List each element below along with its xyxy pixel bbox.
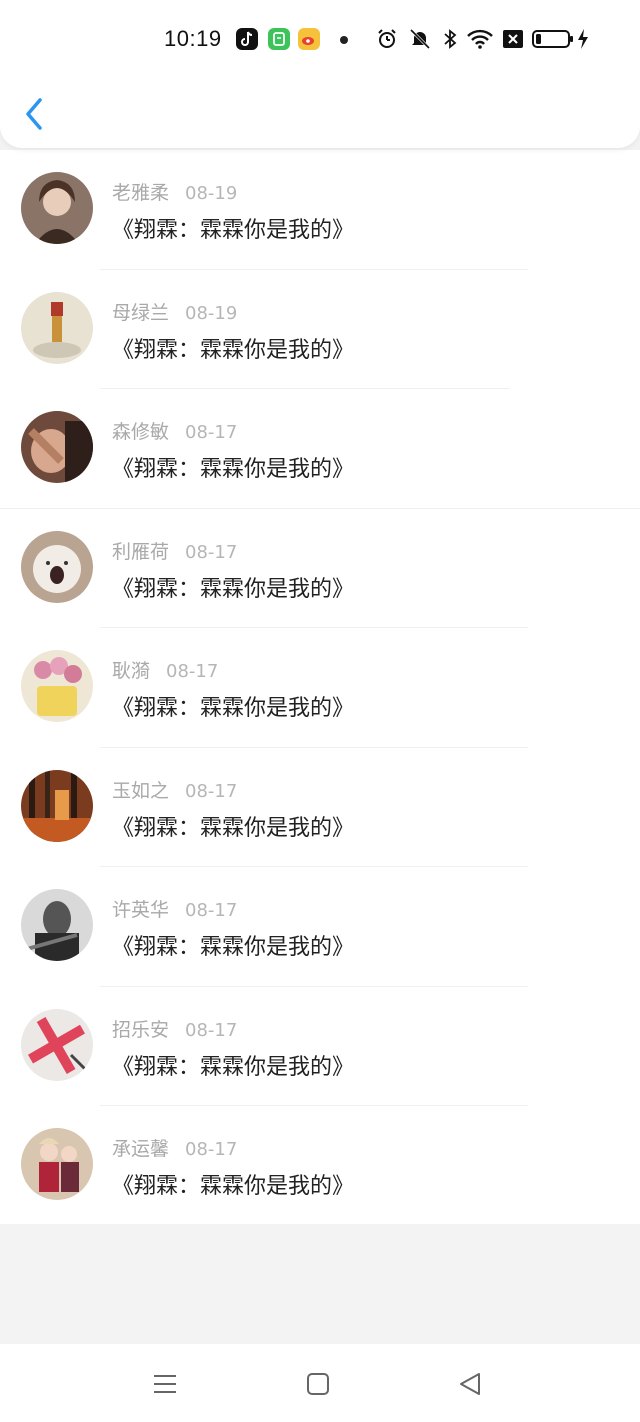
list-item[interactable]: 森修敏 08-17 《翔霖：霖霖你是我的》 <box>0 389 640 509</box>
avatar[interactable] <box>21 530 93 603</box>
charging-icon <box>576 28 590 54</box>
comment-list: 老雅柔 08-19 《翔霖：霖霖你是我的》 母绿兰 08-19 《翔霖：霖霖你是我的… <box>0 150 640 1224</box>
comment-date: 08-17 <box>185 1139 238 1160</box>
user-name[interactable]: 老雅柔 <box>112 182 169 204</box>
comment-text: 《翔霖：霖霖你是我的》 <box>112 337 355 363</box>
status-bar: 10:19 <box>0 20 640 60</box>
home-icon <box>304 1373 332 1402</box>
comment-date: 08-17 <box>166 661 219 682</box>
list-item[interactable]: 耿漪 08-17 《翔霖：霖霖你是我的》 <box>0 628 640 748</box>
user-name[interactable]: 承运馨 <box>112 1138 169 1160</box>
sim-off-icon <box>502 28 524 54</box>
bluetooth-icon <box>442 28 458 54</box>
system-nav-bar <box>0 1344 640 1422</box>
mute-icon <box>408 28 432 54</box>
user-name[interactable]: 母绿兰 <box>112 302 169 324</box>
status-time: 10:19 <box>164 26 222 51</box>
avatar[interactable] <box>21 1008 93 1081</box>
back-button[interactable] <box>18 94 54 134</box>
comment-date: 08-17 <box>185 541 238 563</box>
avatar[interactable] <box>21 411 93 483</box>
tiktok-icon <box>236 28 258 50</box>
comment-text: 《翔霖：霖霖你是我的》 <box>112 457 355 482</box>
battery-icon <box>532 28 574 54</box>
chevron-left-icon <box>18 98 54 138</box>
list-item[interactable]: 母绿兰 08-19 《翔霖：霖霖你是我的》 <box>0 270 640 389</box>
user-name[interactable]: 森修敏 <box>112 421 169 443</box>
user-name[interactable]: 玉如之 <box>112 780 169 802</box>
comment-text: 《翔霖：霖霖你是我的》 <box>112 1174 355 1199</box>
user-name[interactable]: 耿漪 <box>112 660 150 682</box>
wifi-icon <box>466 28 494 54</box>
list-item[interactable]: 招乐安 08-17 《翔霖：霖霖你是我的》 <box>0 987 640 1106</box>
comment-text: 《翔霖：霖霖你是我的》 <box>112 576 355 602</box>
screen: 10:19 老雅柔 08-19 《翔霖：霖霖你是我的》 母绿兰 08-19 《翔… <box>0 0 640 1422</box>
notification-dot <box>340 36 348 44</box>
home-button[interactable] <box>304 1370 332 1398</box>
green-app-icon <box>268 28 290 50</box>
comment-date: 08-17 <box>185 900 238 921</box>
avatar[interactable] <box>21 889 93 961</box>
comment-text: 《翔霖：霖霖你是我的》 <box>112 1054 355 1080</box>
header: 10:19 <box>0 0 640 148</box>
comment-date: 08-17 <box>185 780 238 802</box>
list-item[interactable]: 承运馨 08-17 《翔霖：霖霖你是我的》 <box>0 1106 640 1226</box>
comment-date: 08-17 <box>185 1019 238 1041</box>
avatar[interactable] <box>21 172 93 244</box>
list-item[interactable]: 玉如之 08-17 《翔霖：霖霖你是我的》 <box>0 748 640 867</box>
comment-text: 《翔霖：霖霖你是我的》 <box>112 696 355 721</box>
menu-button[interactable] <box>151 1370 179 1398</box>
avatar[interactable] <box>21 650 93 722</box>
comment-date: 08-19 <box>185 302 238 324</box>
list-item[interactable]: 利雁荷 08-17 《翔霖：霖霖你是我的》 <box>0 509 640 628</box>
nav-back-button[interactable] <box>456 1370 484 1398</box>
list-item[interactable]: 老雅柔 08-19 《翔霖：霖霖你是我的》 <box>0 150 640 270</box>
user-name[interactable]: 招乐安 <box>112 1019 169 1041</box>
back-triangle-icon <box>456 1373 484 1402</box>
user-name[interactable]: 许英华 <box>112 899 169 921</box>
avatar[interactable] <box>21 1128 93 1200</box>
avatar[interactable] <box>21 769 93 842</box>
comment-date: 08-17 <box>185 422 238 443</box>
comment-text: 《翔霖：霖霖你是我的》 <box>112 218 355 243</box>
alarm-icon <box>376 28 398 54</box>
menu-icon <box>151 1375 179 1402</box>
weibo-icon <box>298 28 320 50</box>
comment-text: 《翔霖：霖霖你是我的》 <box>112 935 355 960</box>
avatar[interactable] <box>21 291 93 364</box>
comment-date: 08-19 <box>185 183 238 204</box>
comment-text: 《翔霖：霖霖你是我的》 <box>112 815 355 841</box>
user-name[interactable]: 利雁荷 <box>112 541 169 563</box>
list-item[interactable]: 许英华 08-17 《翔霖：霖霖你是我的》 <box>0 867 640 987</box>
